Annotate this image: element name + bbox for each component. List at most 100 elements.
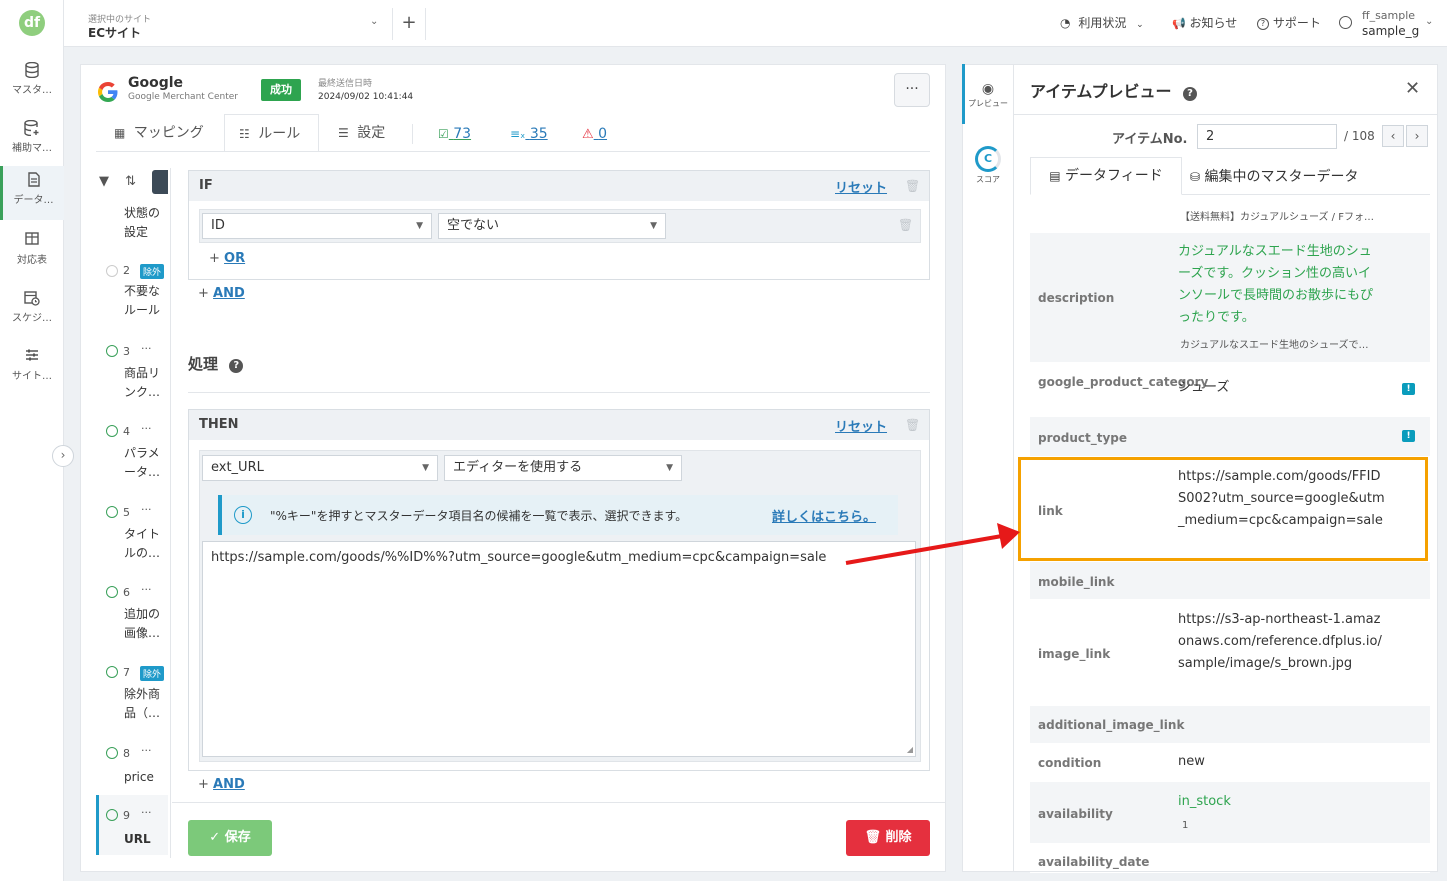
rail-label: マスタ… (12, 85, 52, 96)
then-field-select[interactable]: ext_URL ▼ (202, 455, 438, 481)
add-or-button[interactable]: + OR (209, 251, 245, 266)
play-circle-icon[interactable] (106, 666, 118, 678)
then-add-and-button[interactable]: + AND (198, 777, 245, 792)
user-name[interactable]: sample_g (1362, 24, 1419, 38)
rule-menu-icon[interactable]: ··· (141, 422, 152, 435)
trash-icon[interactable]: 🗑 (905, 179, 920, 193)
then-mode-select[interactable]: エディターを使用する ▼ (444, 455, 682, 481)
play-circle-icon[interactable] (106, 586, 118, 598)
rail-preview-button[interactable]: ◉ プレビュー (962, 82, 1014, 109)
rule-name: 商品リンク… (124, 366, 161, 399)
rail-schedule[interactable]: スケジ… (0, 284, 64, 338)
tab-underline (96, 151, 930, 152)
stat-excluded-link[interactable]: ≡ₓ 35 (510, 126, 548, 142)
rule-item-selected[interactable]: 9 ··· URL (96, 795, 168, 855)
last-sent-label: 最終送信日時 (318, 79, 373, 89)
tab-rules[interactable]: ☷ ルール (224, 114, 319, 152)
rail-aux-master[interactable]: 補助マ… (0, 114, 64, 168)
rail-data-feed[interactable]: データ… (0, 166, 64, 220)
app-logo[interactable]: df (19, 10, 45, 36)
rule-menu-icon[interactable]: ··· (141, 342, 152, 355)
next-item-button[interactable]: › (1406, 125, 1428, 147)
if-add-and-button[interactable]: + AND (198, 286, 245, 301)
help-circle-icon[interactable]: ? (1183, 87, 1198, 101)
usage-menu[interactable]: ◔ 利用状況 ⌄ (1060, 14, 1144, 31)
field-row-availability: availability in_stock 1 (1030, 782, 1430, 844)
field-source-value: 1 (1182, 820, 1189, 831)
preview-side-rail: ◉ プレビュー C スコア (962, 64, 1014, 872)
rail-site-settings[interactable]: サイト… (0, 342, 64, 396)
play-circle-icon[interactable] (106, 425, 118, 437)
news-link[interactable]: 📢 お知らせ (1172, 14, 1237, 31)
rule-item[interactable]: 7 除外 除外商品（… (96, 665, 168, 725)
rule-item[interactable]: 6 ··· 追加の画像… (96, 583, 168, 645)
warning-flag-icon[interactable]: ! (1402, 383, 1415, 395)
chevron-down-icon: ⌄ (1136, 20, 1144, 30)
if-reset-link[interactable]: リセット (835, 177, 887, 196)
if-operator-select[interactable]: 空でない ▼ (438, 213, 666, 239)
then-reset-link[interactable]: リセット (835, 416, 887, 435)
rule-item[interactable]: 8 ··· price (96, 744, 168, 790)
rule-list-icon: ☷ (239, 127, 250, 141)
trash-icon[interactable]: 🗑 (905, 418, 920, 432)
arrow-head (997, 523, 1020, 549)
help-circle-icon[interactable]: ? (229, 359, 244, 373)
eye-icon: ◉ (981, 81, 995, 97)
rail-master-data[interactable]: マスタ… (0, 56, 64, 110)
stat-warning-link[interactable]: ⚠ 0 (582, 126, 607, 142)
rail-label: サイト… (12, 371, 52, 382)
prev-item-button[interactable]: ‹ (1382, 125, 1404, 147)
select-value: エディターを使用する (453, 460, 583, 475)
tab-label: マッピング (133, 125, 204, 141)
rule-menu-icon[interactable]: ··· (141, 744, 152, 757)
user-id[interactable]: ff_sample (1362, 9, 1415, 22)
caret-down-icon: ▼ (666, 463, 673, 473)
rule-item[interactable]: 2 除外 不要なルール (96, 262, 168, 322)
resize-handle-icon[interactable]: ◢ (907, 745, 913, 754)
tab-label: ルール (258, 126, 301, 142)
support-link[interactable]: ? サポート (1257, 14, 1321, 31)
site-selector-value[interactable]: ECサイト (88, 24, 141, 41)
add-site-button[interactable]: + (392, 8, 426, 40)
top-bar (64, 0, 1447, 47)
warning-flag-icon[interactable]: ! (1402, 430, 1415, 442)
play-circle-icon[interactable] (106, 506, 118, 518)
play-circle-icon[interactable] (106, 345, 118, 357)
rule-item[interactable]: 状態の設定 (96, 204, 168, 248)
save-button[interactable]: ✓ 保存 (188, 820, 272, 856)
rule-toggle-icon[interactable] (106, 265, 118, 277)
field-key: product_type (1038, 431, 1128, 445)
delete-button[interactable]: 🗑 削除 (846, 820, 930, 856)
rule-name: URL (124, 832, 151, 846)
caret-down-icon: ▼ (422, 463, 429, 473)
rail-label: スケジ… (12, 313, 52, 324)
chevron-down-icon[interactable]: ⌄ (1425, 16, 1433, 27)
item-no-input[interactable]: 2 (1197, 124, 1337, 149)
tab-mapping[interactable]: ▦ マッピング (100, 114, 218, 152)
play-circle-icon[interactable] (106, 747, 118, 759)
rail-expand-button[interactable]: › (52, 445, 74, 467)
tab-data-feed[interactable]: ▤ データフィード (1030, 157, 1182, 195)
play-circle-icon[interactable] (106, 809, 118, 821)
url-editor-textarea[interactable]: https://sample.com/goods/%%ID%%?utm_sour… (202, 541, 916, 757)
rule-item[interactable]: 3 ··· 商品リンク… (96, 342, 168, 404)
tab-editing-master[interactable]: ⛁ 編集中のマスターデータ (1190, 166, 1359, 186)
rule-menu-icon[interactable]: ··· (141, 806, 152, 819)
field-value: シューズ (1178, 380, 1230, 395)
rule-menu-icon[interactable]: ··· (141, 503, 152, 516)
field-key: availability_date (1038, 855, 1150, 869)
field-key: image_link (1038, 647, 1111, 661)
if-field-select[interactable]: ID ▼ (202, 213, 432, 239)
rule-menu-icon[interactable]: ··· (141, 583, 152, 596)
stat-ok-link[interactable]: ☑ 73 (438, 126, 471, 142)
rule-item[interactable]: 4 ··· パラメータ… (96, 422, 168, 484)
tab-label: データフィード (1065, 168, 1163, 184)
chevron-down-icon[interactable]: ⌄ (370, 16, 378, 27)
more-menu-button[interactable]: ··· (894, 73, 930, 107)
trash-icon[interactable]: 🗑 (898, 218, 913, 232)
rail-score-button[interactable]: C スコア (962, 146, 1014, 185)
close-icon[interactable]: ✕ (1405, 78, 1420, 99)
tab-settings[interactable]: ☰ 設定 (324, 114, 399, 152)
rail-mapping-table[interactable]: 対応表 (0, 226, 64, 280)
rule-item[interactable]: 5 ··· タイトルの… (96, 503, 168, 565)
